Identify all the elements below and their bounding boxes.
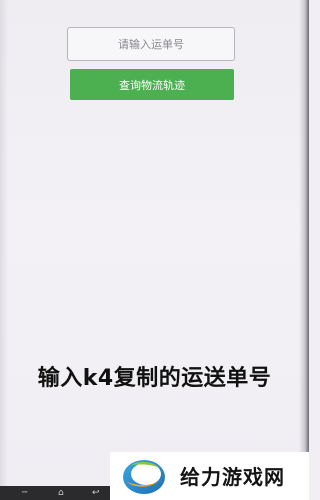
brand-name: 给力游戏网	[180, 465, 285, 489]
menu-icon[interactable]: ─	[22, 488, 27, 498]
tracking-number-input[interactable]	[67, 27, 235, 61]
right-edge-shadow	[299, 0, 309, 500]
left-edge-shadow	[0, 0, 8, 500]
query-logistics-button-label: 查询物流轨迹	[119, 78, 185, 92]
system-nav-bar: ─ ⌂ ↩	[0, 486, 110, 500]
crescent-swirl-logo-icon	[123, 460, 165, 494]
app-screen: 查询物流轨迹 输入k4复制的运送单号 ─ ⌂ ↩ 给力游戏网	[0, 0, 309, 500]
back-icon[interactable]: ↩	[92, 488, 100, 498]
home-icon[interactable]: ⌂	[58, 488, 64, 498]
watermark-banner: 给力游戏网	[110, 452, 309, 500]
query-logistics-button[interactable]: 查询物流轨迹	[70, 69, 234, 100]
instruction-caption: 输入k4复制的运送单号	[37, 366, 272, 391]
